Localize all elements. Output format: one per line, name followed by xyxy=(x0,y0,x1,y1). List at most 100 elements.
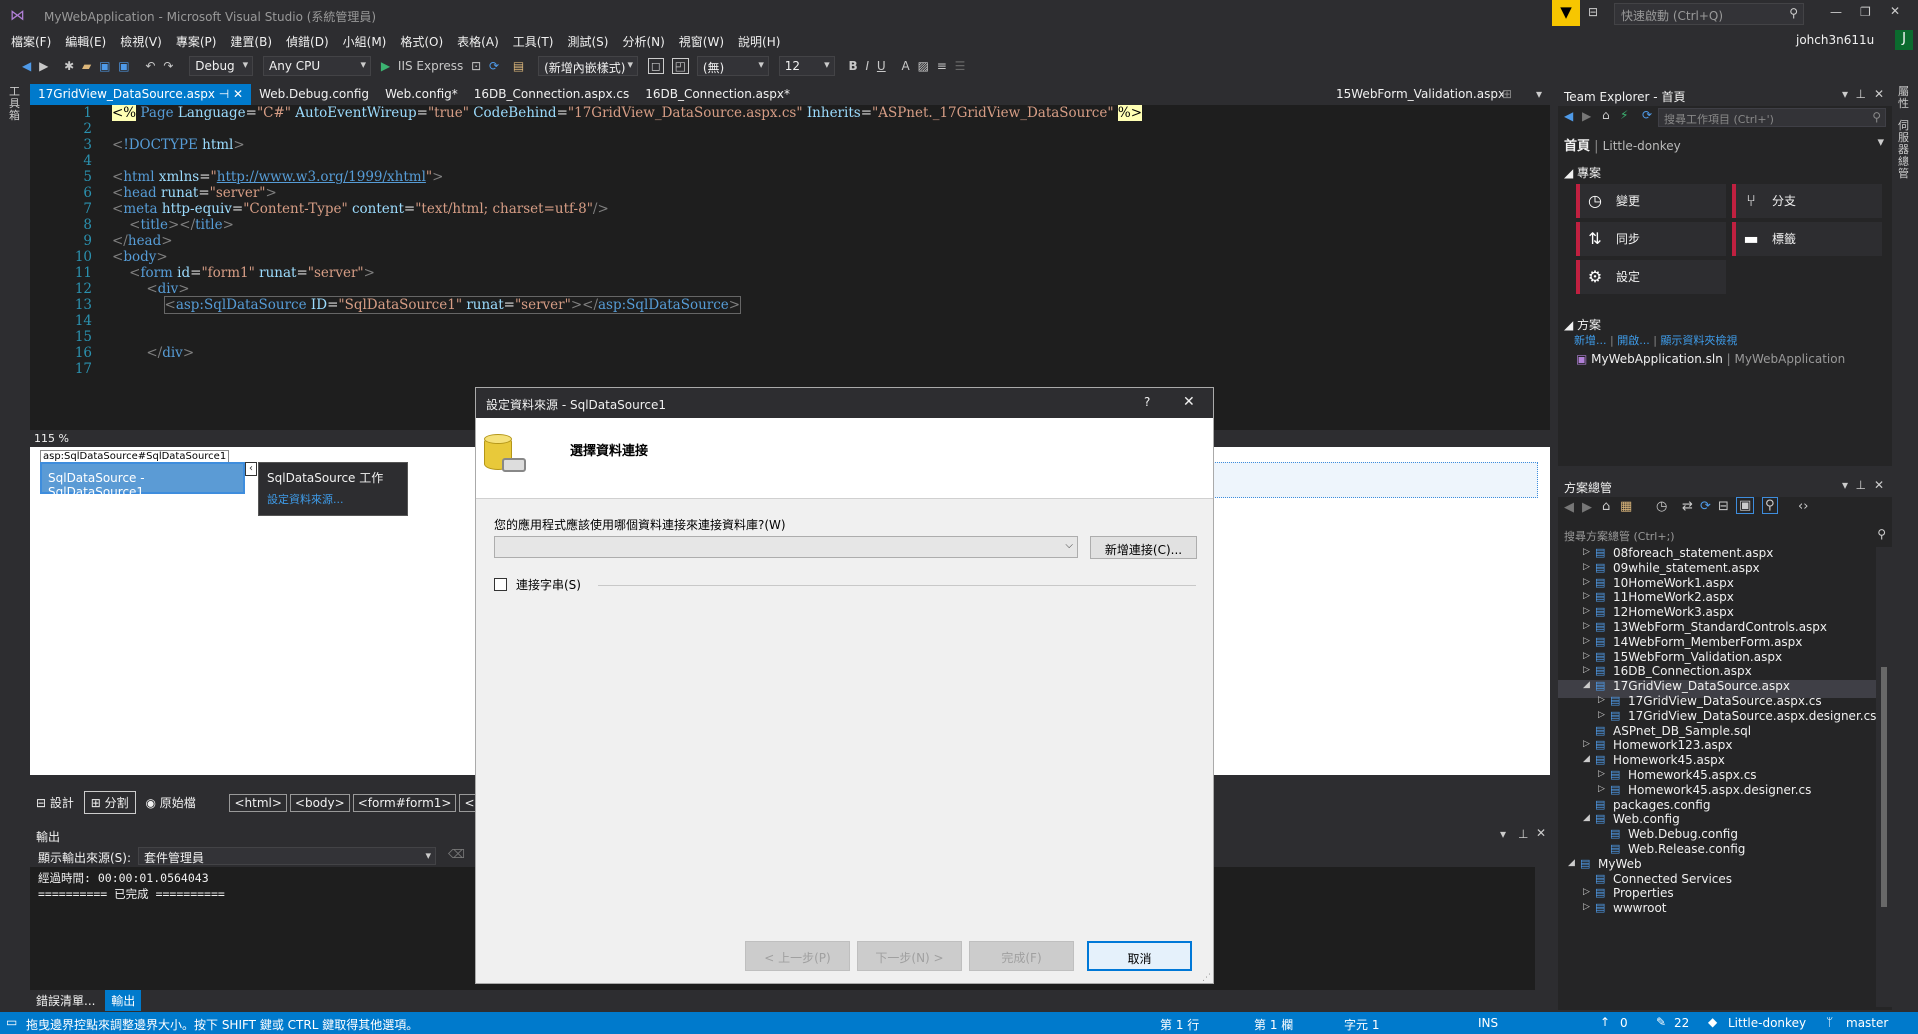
te-project-section[interactable]: ◢ 專案 xyxy=(1564,164,1601,181)
quick-launch[interactable]: 快速啟動 (Ctrl+Q) ⚲ xyxy=(1614,3,1804,25)
expander-icon[interactable]: ▷ xyxy=(1598,784,1605,794)
doc-tab[interactable]: 16DB_Connection.aspx.cs xyxy=(466,84,637,105)
doc-tab-right[interactable]: 15WebForm_Validation.aspx xyxy=(1336,87,1505,101)
server-explorer-tab[interactable]: 伺服器總管 xyxy=(1898,120,1912,180)
se-refresh-icon[interactable]: ⟳ xyxy=(1700,499,1711,514)
tab-list-dropdown-icon[interactable]: ▾ xyxy=(1536,87,1542,101)
finish-button[interactable]: 完成(F) xyxy=(969,941,1074,971)
se-code-icon[interactable]: ‹› xyxy=(1798,499,1808,514)
doc-tab[interactable]: Web.Debug.config xyxy=(251,84,377,105)
menu-item[interactable]: 說明(H) xyxy=(731,30,787,53)
se-back-icon[interactable]: ◀ xyxy=(1564,500,1574,515)
list-icon[interactable]: ☰ xyxy=(955,59,966,73)
menu-item[interactable]: 視窗(W) xyxy=(672,30,731,53)
open-file-icon[interactable]: ▰ xyxy=(82,59,91,73)
doc-tab[interactable]: 16DB_Connection.aspx* xyxy=(637,84,798,105)
smart-tag-glyph[interactable]: ‹ xyxy=(245,462,257,476)
feedback-icon[interactable]: ⊟ xyxy=(1588,5,1598,19)
underline-button[interactable]: U xyxy=(877,59,886,73)
menu-item[interactable]: 專案(P) xyxy=(169,30,224,53)
expander-icon[interactable]: ▷ xyxy=(1598,769,1605,779)
connection-dropdown[interactable]: ⌵ xyxy=(494,536,1078,558)
position-icon[interactable]: ◰ xyxy=(671,58,690,74)
dialog-close-button[interactable]: ✕ xyxy=(1183,394,1195,410)
menu-item[interactable]: 小組(M) xyxy=(336,30,394,53)
expander-icon[interactable]: ◢ xyxy=(1568,858,1575,868)
se-collapse-icon[interactable]: ⊟ xyxy=(1718,499,1729,514)
te-tile-branches[interactable]: ⑂ 分支 xyxy=(1732,184,1882,218)
te-tile-settings[interactable]: ⚙ 設定 xyxy=(1576,260,1726,294)
te-folder-view-link[interactable]: 顯示資料夾檢視 xyxy=(1660,334,1737,347)
expander-icon[interactable]: ▷ xyxy=(1598,695,1605,705)
se-search-input[interactable]: 搜尋方案總管 (Ctrl+;) xyxy=(1564,528,1675,544)
align-icon[interactable]: ≡ xyxy=(937,59,947,73)
configuration-dropdown[interactable]: Debug xyxy=(189,56,254,76)
expander-icon[interactable]: ◢ xyxy=(1583,813,1590,823)
zoom-level[interactable]: 115 % xyxy=(34,432,69,445)
te-solution-section[interactable]: ◢ 方案 xyxy=(1564,316,1601,333)
font-size-dropdown[interactable]: 12 xyxy=(778,56,835,76)
save-icon[interactable]: ▣ xyxy=(99,59,110,73)
font-color-icon[interactable]: A xyxy=(902,59,910,73)
te-tile-sync[interactable]: ⇅ 同步 xyxy=(1576,222,1726,256)
font-dropdown[interactable]: (無) xyxy=(696,56,769,76)
te-dropdown-icon[interactable]: ▾ xyxy=(1842,87,1848,101)
notification-flag-icon[interactable]: ▼ xyxy=(1552,0,1580,26)
status-pending-count[interactable]: 22 xyxy=(1674,1016,1689,1030)
se-close-icon[interactable]: ✕ xyxy=(1874,478,1884,492)
code-line-13[interactable]: <asp:SqlDataSource ID="SqlDataSource1" r… xyxy=(112,296,742,314)
clear-output-icon[interactable]: ⌫ xyxy=(448,847,465,861)
te-pin-icon[interactable]: ⊥ xyxy=(1856,87,1866,101)
code-editor[interactable]: 1 2 3 4 5 6 7 8 9 10 11 12 13 14 15 16 17 <% Page Langua… xyxy=(30,105,1550,430)
te-search-box[interactable]: 搜尋工作項目 (Ctrl+') ⚲ xyxy=(1658,108,1886,127)
code-line-8[interactable]: <title></title> xyxy=(112,217,234,233)
te-home-icon[interactable]: ⌂ xyxy=(1602,108,1610,122)
expander-icon[interactable]: ▷ xyxy=(1583,636,1590,646)
se-scrollbar[interactable] xyxy=(1876,547,1892,1007)
start-debug-icon[interactable]: ▶ xyxy=(381,59,390,73)
expander-icon[interactable]: ▷ xyxy=(1583,562,1590,572)
highlight-icon[interactable]: ▨ xyxy=(918,59,929,73)
forward-icon[interactable]: ▶ xyxy=(39,59,48,73)
te-back-icon[interactable]: ◀ xyxy=(1564,109,1573,123)
output-dropdown-icon[interactable]: ▾ xyxy=(1500,827,1506,841)
code-line-3[interactable]: <!DOCTYPE html> xyxy=(112,137,245,153)
undo-icon[interactable]: ↶ xyxy=(145,59,155,73)
se-pending-icon[interactable]: ◷ xyxy=(1656,499,1667,514)
branch-icon[interactable]: ᛘ xyxy=(1826,1015,1833,1029)
menu-item[interactable]: 分析(N) xyxy=(615,30,671,53)
te-close-icon[interactable]: ✕ xyxy=(1874,87,1884,101)
expander-icon[interactable]: ▷ xyxy=(1583,606,1590,616)
expander-icon[interactable]: ▷ xyxy=(1583,591,1590,601)
code-line-6[interactable]: <head runat="server"> xyxy=(112,185,277,201)
code-line-7[interactable]: <meta http-equiv="Content-Type" content=… xyxy=(112,201,609,217)
menu-item[interactable]: 檔案(F) xyxy=(4,30,58,53)
new-project-icon[interactable]: ✱ xyxy=(64,59,74,73)
refresh-icon[interactable]: ⟳ xyxy=(489,59,499,73)
redo-icon[interactable]: ↷ xyxy=(163,59,173,73)
configure-datasource-link[interactable]: 設定資料來源... xyxy=(267,491,344,507)
se-sync-icon[interactable]: ⇄ xyxy=(1682,499,1693,514)
te-connect-icon[interactable]: ⚡ xyxy=(1620,108,1628,122)
user-name[interactable]: johch3n611u xyxy=(1796,33,1874,47)
next-button[interactable]: 下一步(N) > xyxy=(857,941,962,971)
style-dropdown[interactable]: (新增內嵌樣式) xyxy=(538,56,639,76)
expander-icon[interactable]: ▷ xyxy=(1583,577,1590,587)
output-close-icon[interactable]: ✕ xyxy=(1536,826,1546,840)
expander-icon[interactable]: ▷ xyxy=(1583,902,1590,912)
avatar[interactable]: J xyxy=(1895,30,1913,50)
italic-button[interactable]: I xyxy=(866,59,870,73)
bold-button[interactable]: B xyxy=(849,59,858,73)
code-line-17[interactable]: </div> xyxy=(112,345,194,361)
block-format-icon[interactable]: ◻ xyxy=(647,58,664,74)
conn-string-checkbox[interactable] xyxy=(494,578,507,591)
te-tile-changes[interactable]: ◷ 變更 xyxy=(1576,184,1726,218)
code-line-10[interactable]: <body> xyxy=(112,249,168,265)
code-line-9[interactable]: </head> xyxy=(112,233,173,249)
doc-tab[interactable]: 17GridView_DataSource.aspx ⊣ ✕ xyxy=(30,84,252,105)
menu-item[interactable]: 檢視(V) xyxy=(113,30,169,53)
split-tab[interactable]: ⊞ 分割 xyxy=(83,791,136,814)
te-open-link[interactable]: 開啟... xyxy=(1617,334,1650,347)
status-branch[interactable]: master xyxy=(1846,1016,1888,1030)
expander-icon[interactable]: ◢ xyxy=(1583,754,1590,764)
